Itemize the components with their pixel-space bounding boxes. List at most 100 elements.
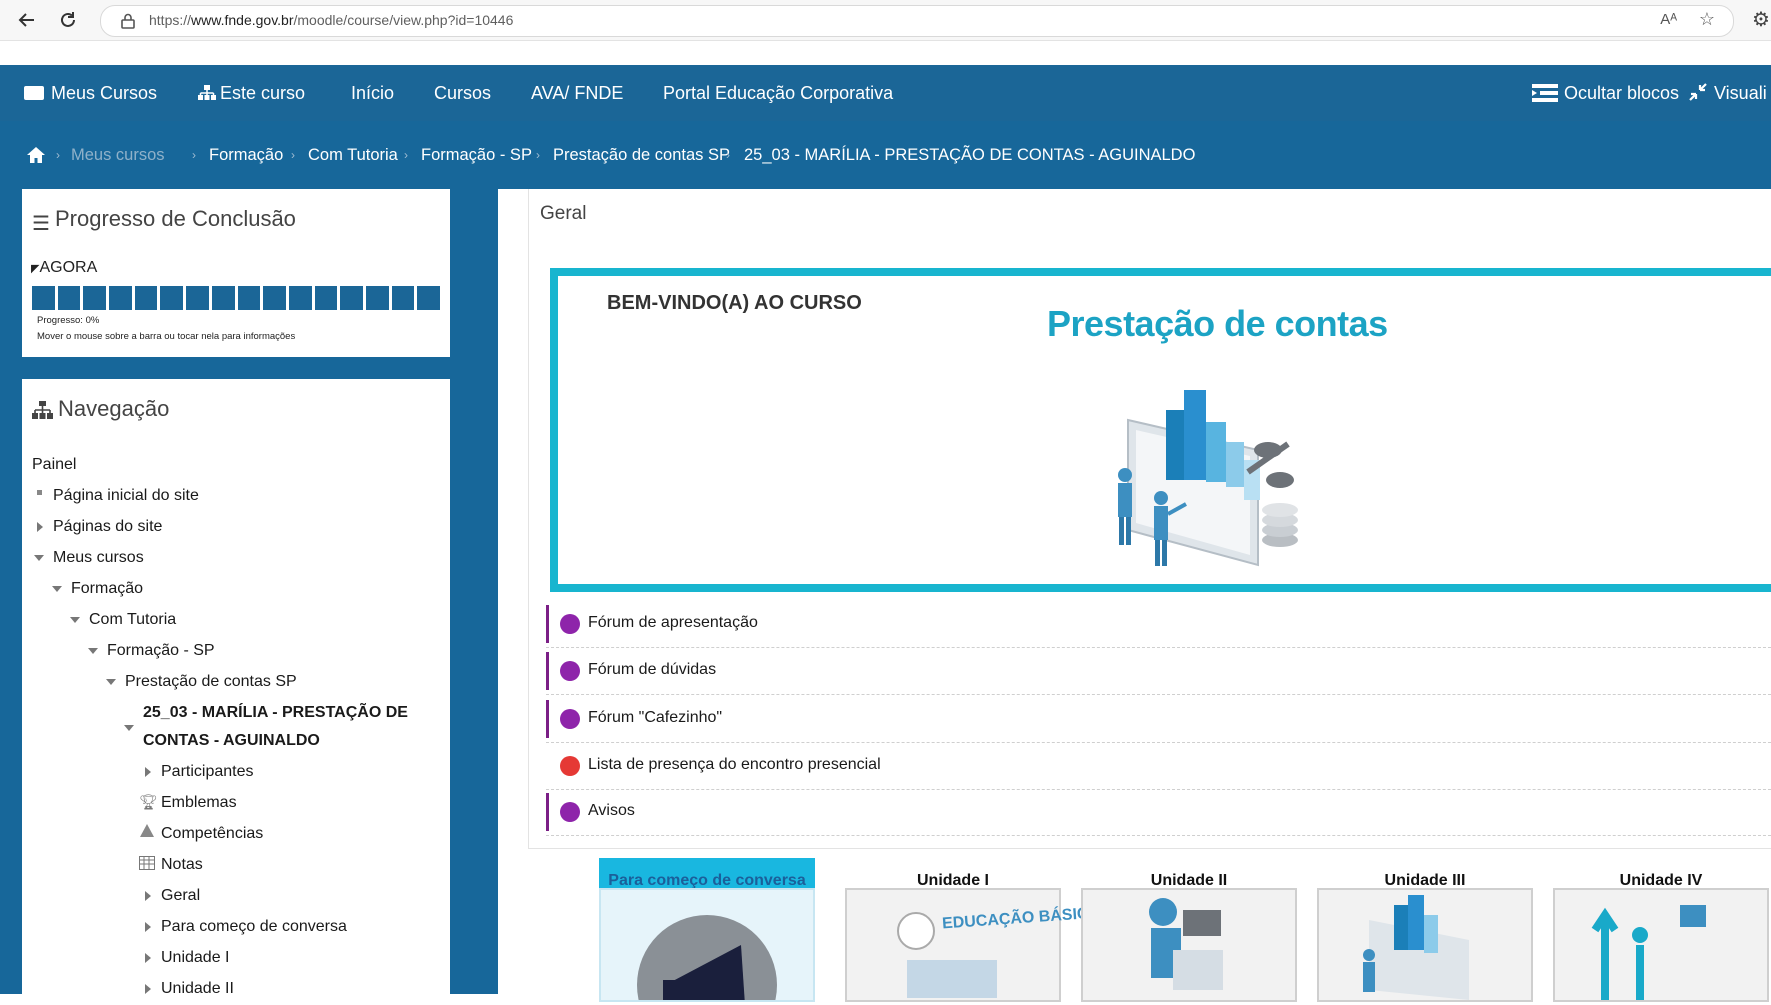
nav-formacao-sp[interactable]: Formação - SP [107,642,215,660]
back-button[interactable] [14,7,40,33]
nav-site-home[interactable]: Página inicial do site [53,487,199,505]
bullet-icon [37,490,42,495]
nav-para-comeco[interactable]: Para começo de conversa [161,918,347,936]
section-left-border [528,189,529,849]
menu-my-courses[interactable]: Meus Cursos [24,65,157,121]
activity-label[interactable]: Lista de presença do encontro presencial [588,756,881,774]
activity-label[interactable]: Avisos [588,802,635,820]
progress-bar[interactable] [32,286,440,310]
extensions-icon[interactable]: ⚙ [1752,7,1770,32]
attendance-icon [560,756,580,776]
grades-table-icon [139,856,155,870]
progress-segment[interactable] [160,286,184,310]
expand-arrow-icon[interactable] [145,953,151,963]
progress-segment[interactable] [83,286,107,310]
reload-button[interactable] [55,7,81,33]
breadcrumb-separator: › [291,148,295,162]
collapse-arrow-icon[interactable] [124,725,134,731]
favorite-star-icon[interactable]: ☆ [1699,9,1715,30]
nav-participants[interactable]: Participantes [161,763,254,781]
menu-ava-fnde[interactable]: AVA/ FNDE [531,65,623,121]
hamburger-icon[interactable]: ☰ [32,211,50,236]
progress-segment[interactable] [109,286,132,310]
breadcrumb-separator: › [56,148,60,162]
activity-forum-presentation[interactable]: Fórum de apresentação [546,601,1771,648]
nav-current-course-line2[interactable]: CONTAS - AGUINALDO [143,732,320,750]
read-aloud-icon[interactable]: Aᴬ [1660,11,1677,28]
progress-segment[interactable] [340,286,363,310]
nav-site-pages[interactable]: Páginas do site [53,518,162,536]
nav-formacao[interactable]: Formação [71,580,143,598]
progress-segment[interactable] [32,286,55,310]
progress-segment[interactable] [417,286,440,310]
collapse-arrow-icon[interactable] [88,648,98,654]
tile-unidade-2[interactable]: Unidade II [1081,858,1297,1002]
collapse-arrow-icon[interactable] [34,555,44,561]
progress-segment[interactable] [57,286,81,310]
progress-segment[interactable] [391,286,415,310]
nav-my-courses[interactable]: Meus cursos [53,549,144,567]
breadcrumb-com-tutoria[interactable]: Com Tutoria [308,143,398,167]
progress-segment[interactable] [186,286,209,310]
menu-this-course[interactable]: Este curso [198,65,305,121]
progress-segment[interactable] [314,286,338,310]
breadcrumb-my-courses[interactable]: Meus cursos [71,143,165,167]
chart-illustration [1363,895,1469,1000]
menu-home[interactable]: Início [351,65,394,121]
trophy-icon: 🏆︎ [139,794,159,811]
expand-arrow-icon[interactable] [145,922,151,932]
seal-badge [897,912,935,950]
tile-unidade-3[interactable]: Unidade III [1317,858,1533,1002]
nav-com-tutoria[interactable]: Com Tutoria [89,611,176,629]
site-header-strip [0,41,1771,65]
nav-unidade-2[interactable]: Unidade II [161,980,234,998]
progress-segment[interactable] [288,286,312,310]
banner-welcome-text: BEM-VINDO(A) AO CURSO [607,292,862,314]
progress-segment[interactable] [365,286,389,310]
nav-prestacao-sp[interactable]: Prestação de contas SP [125,673,297,691]
breadcrumb-formacao-sp[interactable]: Formação - SP [421,143,532,167]
expand-arrow-icon[interactable] [145,984,151,994]
address-bar[interactable]: https://www.fnde.gov.br/moodle/course/vi… [100,5,1734,37]
progress-segment[interactable] [211,286,235,310]
breadcrumb-prestacao-sp[interactable]: Prestação de contas SP [553,143,730,167]
collapse-arrow-icon[interactable] [70,617,80,623]
nav-current-course-line1[interactable]: 25_03 - MARÍLIA - PRESTAÇÃO DE [143,704,408,722]
activity-indent-bar [546,700,549,738]
activity-label[interactable]: Fórum "Cafezinho" [588,709,722,727]
expand-arrow-icon[interactable] [37,522,43,532]
nav-competencies[interactable]: Competências [161,825,263,843]
activity-forum-cafezinho[interactable]: Fórum "Cafezinho" [546,696,1771,743]
tile-image [1317,888,1533,1002]
sitemap-icon [32,401,53,419]
progress-segment[interactable] [237,286,261,310]
activity-label[interactable]: Fórum de apresentação [588,614,758,632]
nav-grades[interactable]: Notas [161,856,203,874]
tile-unidade-1[interactable]: Unidade I EDUCAÇÃO BÁSICA [845,858,1101,1002]
home-icon[interactable] [26,146,46,164]
person-computer-illustration [1149,898,1223,990]
activity-announcements[interactable]: Avisos [546,789,1771,836]
breadcrumb-current-course: 25_03 - MARÍLIA - PRESTAÇÃO DE CONTAS - … [744,146,1196,164]
menu-portal-corporate-education[interactable]: Portal Educação Corporativa [663,65,893,121]
activity-forum-questions[interactable]: Fórum de dúvidas [546,648,1771,695]
activity-attendance-list[interactable]: Lista de presença do encontro presencial [546,743,1771,790]
tile-unidade-4[interactable]: Unidade IV [1553,858,1769,1002]
fullscreen-view-button[interactable]: Visuali [1688,65,1767,121]
menu-courses[interactable]: Cursos [434,65,491,121]
activity-label[interactable]: Fórum de dúvidas [588,661,716,679]
tile-para-comeco[interactable]: Para começo de conversa [599,858,815,1005]
hide-blocks-button[interactable]: Ocultar blocos [1532,65,1679,121]
collapse-arrow-icon[interactable] [106,679,116,685]
expand-arrow-icon[interactable] [145,891,151,901]
nav-dashboard[interactable]: Painel [32,456,76,474]
expand-arrow-icon[interactable] [145,767,151,777]
collapse-arrow-icon[interactable] [52,586,62,592]
lock-icon [121,13,135,29]
progress-segment[interactable] [134,286,158,310]
progress-segment[interactable] [263,286,286,310]
nav-badges[interactable]: Emblemas [161,794,237,812]
nav-general[interactable]: Geral [161,887,200,905]
breadcrumb-formacao[interactable]: Formação [209,143,283,167]
nav-unidade-1[interactable]: Unidade I [161,949,230,967]
